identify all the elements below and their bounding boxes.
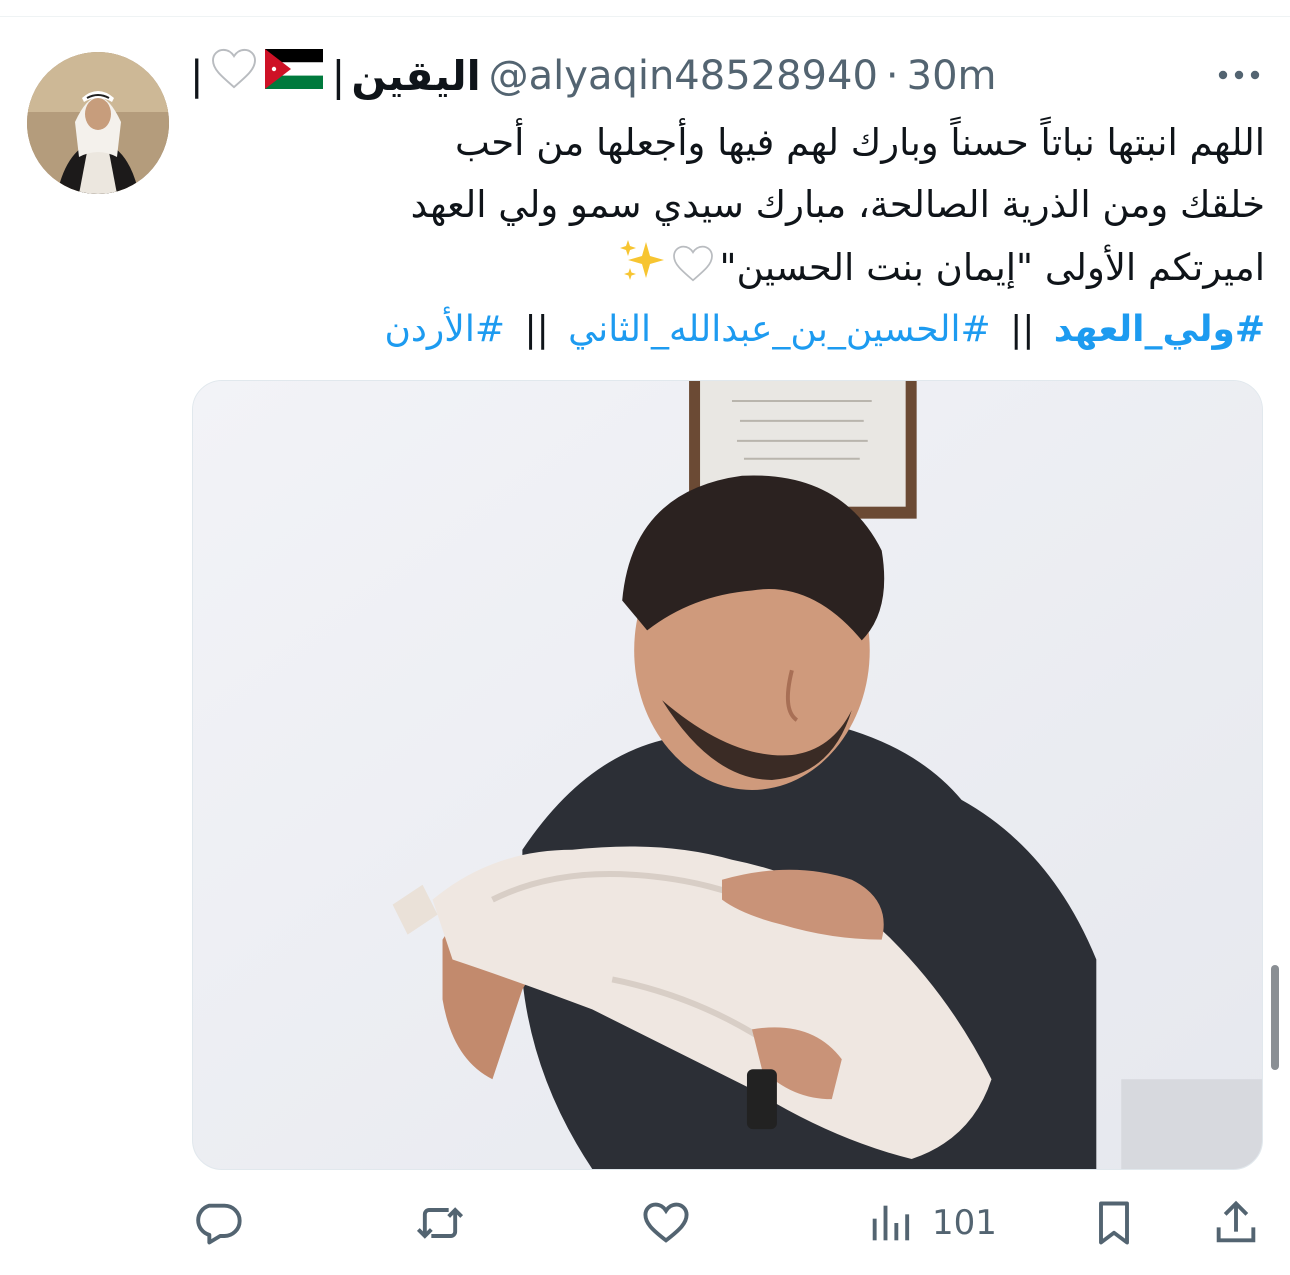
like-icon [643,1202,689,1243]
share-icon [1216,1200,1256,1243]
tweet-header: | اليقين | @alyaqin48528940 · 30m [190,46,1270,106]
tweet-text-line-content: اميرتكم الأولى "إيمان بنت الحسين" [719,246,1265,289]
avatar[interactable] [27,52,169,194]
retweet-button[interactable] [414,1190,466,1256]
name-prefix-bar: | [190,53,204,99]
hashtags-line: #ولي_العهد || #الحسين_بن_عبدالله_الثاني … [200,300,1265,360]
hashtag-separator: || [1010,309,1035,350]
retweet-icon [416,1207,464,1239]
views-button[interactable]: 101 [866,1190,997,1256]
top-divider [0,16,1290,17]
name-suffix-bar: | [331,52,346,100]
reply-button[interactable] [192,1190,244,1256]
like-button[interactable] [640,1190,692,1256]
tweet-text-line: خلقك ومن الذرية الصالحة، مبارك سيدي سمو … [410,183,1265,226]
timestamp[interactable]: 30m [907,46,997,106]
white-heart-icon [211,46,257,106]
scrollbar[interactable] [1271,965,1279,1070]
bookmark-icon [1099,1201,1129,1245]
separator-dot: · [885,53,899,99]
hashtag-link[interactable]: #ولي_العهد [1054,309,1265,350]
hashtag-separator: || [524,309,549,350]
avatar-image [27,52,169,194]
bookmark-button[interactable] [1088,1190,1140,1256]
tweet-text-line-3: اميرتكم الأولى "إيمان بنت الحسين" [200,236,1265,298]
tweet-media-image[interactable] [192,380,1263,1170]
hashtag-link[interactable]: #الأردن [384,309,505,350]
share-button[interactable] [1210,1190,1262,1256]
user-handle[interactable]: @alyaqin48528940 [489,46,878,106]
jordan-flag-icon [265,46,324,106]
display-name[interactable]: اليقين | [331,46,480,106]
photo-illustration [193,381,1262,1169]
display-name-text: اليقين [351,52,481,100]
reply-icon [196,1203,242,1245]
white-heart-icon [672,239,714,301]
tweet-text: اللهم انبتها نباتاً حسناً وبارك لهم فيها… [200,112,1265,298]
views-icon [872,1205,910,1241]
hashtag-link[interactable]: #الحسين_بن_عبدالله_الثاني [568,309,990,350]
views-count: 101 [932,1203,997,1243]
tweet-actions-bar: 101 [190,1190,1270,1256]
sparkles-icon [618,236,666,303]
tweet-text-line: اللهم انبتها نباتاً حسناً وبارك لهم فيها… [454,121,1265,164]
more-options-icon[interactable] [1215,60,1263,90]
